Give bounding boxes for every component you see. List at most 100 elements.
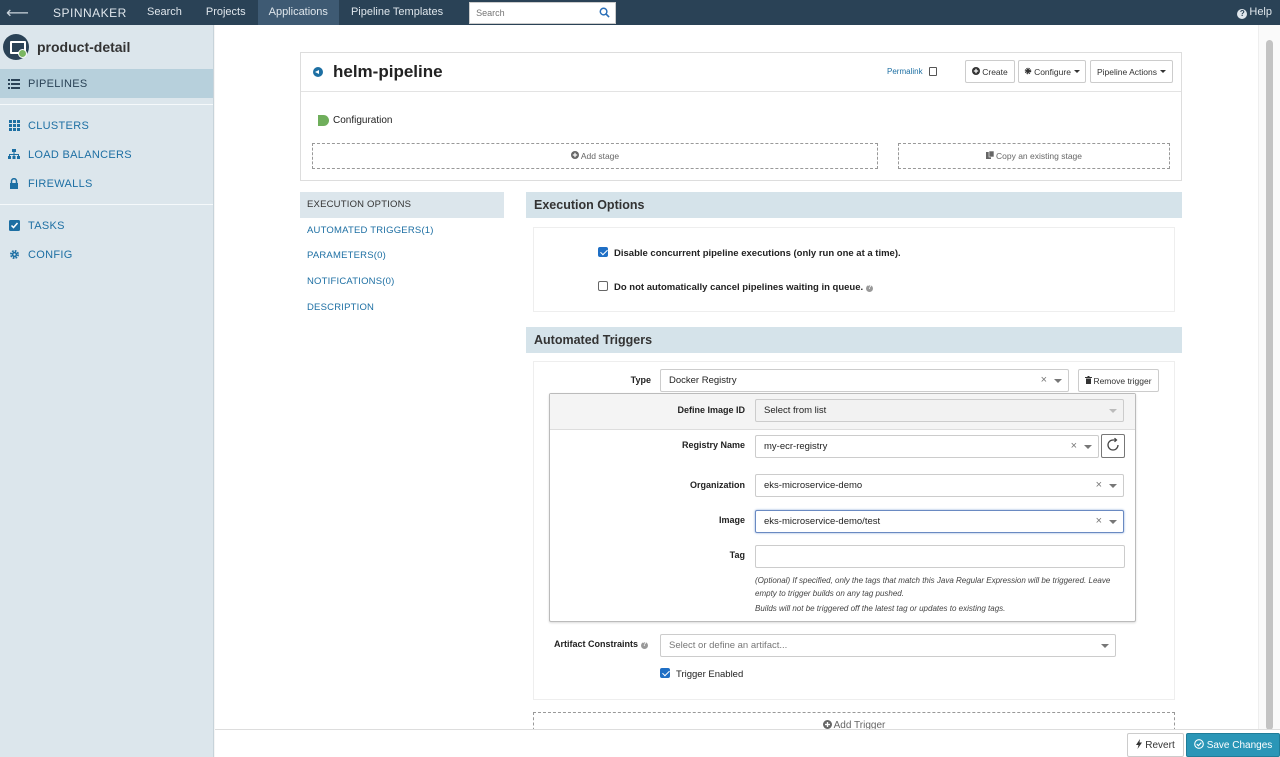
create-label: Create [982,66,1008,77]
define-image-select[interactable]: Select from list [755,399,1124,422]
copy-stage-label: Copy an existing stage [996,151,1082,161]
nav-applications[interactable]: Applications [257,0,339,25]
global-search-input[interactable] [470,7,594,18]
chevron-down-icon[interactable] [1109,520,1117,524]
check-square-icon [8,220,20,232]
lock-icon [8,178,20,190]
sidebar-item-load-balancers[interactable]: LOAD BALANCERS [0,140,213,169]
no-cancel-checkbox[interactable] [598,281,608,291]
nav-pipeline-templates[interactable]: Pipeline Templates [339,0,455,25]
tag-help-text: (Optional) If specified, only the tags t… [755,576,1111,598]
gear-icon [1024,67,1032,77]
help-icon: ? [1237,9,1248,19]
copy-icon [986,150,995,161]
tag-input[interactable] [755,545,1125,568]
tab-notifications[interactable]: NOTIFICATIONS(0) [300,269,504,295]
chevron-down-icon[interactable] [1101,644,1109,648]
scrollbar-thumb[interactable] [1266,40,1273,730]
sidebar-item-firewalls[interactable]: FIREWALLS [0,169,213,198]
tab-parameters[interactable]: PARAMETERS(0) [300,243,504,269]
artifact-constraints-label: Artifact Constraints? [535,639,653,649]
artifact-constraints-text: Artifact Constraints [554,639,639,649]
tab-execution-options[interactable]: EXECUTION OPTIONS [300,192,504,218]
nav-projects[interactable]: Projects [194,0,258,25]
sidebar: product-detail PIPELINES CLUSTERS LOAD B… [0,25,214,757]
clear-icon[interactable]: × [1071,436,1077,457]
disable-concurrent-label: Disable concurrent pipeline executions (… [614,248,901,259]
execution-options-heading: Execution Options [526,192,1182,218]
permalink-link[interactable]: Permalink [887,67,923,76]
configuration-flag-icon [318,115,329,126]
create-button[interactable]: Create [965,60,1015,83]
registry-name-select[interactable]: my-ecr-registry × [755,435,1099,458]
sidebar-item-clusters[interactable]: CLUSTERS [0,111,213,140]
sidebar-item-config[interactable]: CONFIG [0,240,213,269]
automated-triggers-heading: Automated Triggers [526,327,1182,353]
copy-icon[interactable] [929,67,937,76]
disable-concurrent-checkbox[interactable] [598,247,608,257]
pipeline-actions-button[interactable]: Pipeline Actions [1090,60,1173,83]
no-cancel-label: Do not automatically cancel pipelines wa… [614,282,864,293]
configure-button[interactable]: Configure [1018,60,1086,83]
organization-label: Organization [689,480,745,490]
trigger-type-select[interactable]: Docker Registry × [660,369,1069,392]
disable-concurrent-option[interactable]: Disable concurrent pipeline executions (… [598,247,901,259]
pipeline-title: helm-pipeline [333,62,443,81]
chevron-down-icon[interactable] [1054,379,1062,383]
clear-icon[interactable]: × [1096,475,1102,496]
menu-toggle-icon[interactable]: ⟵ [0,0,35,25]
tab-description[interactable]: DESCRIPTION [300,294,504,320]
registry-name-value: my-ecr-registry [764,441,828,452]
chevron-down-icon [1109,409,1117,413]
refresh-registry-button[interactable] [1101,434,1125,458]
gear-icon [8,249,20,261]
app-name: product-detail [37,39,131,55]
define-image-value: Select from list [764,405,827,416]
sidebar-item-pipelines[interactable]: PIPELINES [0,69,213,98]
plus-circle-icon [570,151,579,161]
artifact-constraints-select[interactable]: Select or define an artifact... [660,634,1116,657]
brand-logo[interactable]: SPINNAKER [35,6,135,20]
list-icon [8,78,20,90]
help-icon[interactable]: ? [641,642,649,649]
remove-trigger-button[interactable]: Remove trigger [1078,369,1159,392]
save-changes-button[interactable]: Save Changes [1186,733,1280,757]
trigger-enabled-checkbox[interactable] [660,668,670,678]
registry-name-label: Registry Name [681,440,745,450]
check-circle-icon [1193,738,1204,752]
add-stage-button[interactable]: Add stage [312,143,878,169]
scrollbar[interactable] [1258,25,1280,730]
help-icon[interactable]: ? [866,285,874,292]
sidebar-item-tasks[interactable]: TASKS [0,211,213,240]
image-select[interactable]: eks-microservice-demo/test × [755,510,1124,533]
nav-search[interactable]: Search [135,0,194,25]
organization-select[interactable]: eks-microservice-demo × [755,474,1124,497]
application-icon [3,34,29,60]
trigger-enabled-option[interactable]: Trigger Enabled [660,668,743,680]
chevron-down-icon[interactable] [1109,484,1117,488]
configuration-stage[interactable]: Configuration [318,115,392,126]
tab-automated-triggers[interactable]: AUTOMATED TRIGGERS(1) [300,218,504,244]
plus-circle-icon [972,66,981,77]
type-label: Type [630,375,651,385]
help-label: Help [1249,6,1272,18]
chevron-down-icon[interactable] [1084,445,1092,449]
tag-label: Tag [729,550,745,560]
image-label: Image [718,515,745,525]
clear-icon[interactable]: × [1096,511,1102,532]
divider [0,204,213,205]
clear-icon[interactable]: × [1041,370,1047,391]
revert-button[interactable]: Revert [1127,733,1184,757]
add-stage-label: Add stage [580,151,620,161]
define-image-label: Define Image ID [677,405,745,415]
caret-down-icon [1160,70,1166,73]
image-value: eks-microservice-demo/test [764,516,881,527]
search-icon[interactable] [593,3,615,23]
configuration-label: Configuration [333,115,393,126]
help-link[interactable]: ? Help [1237,0,1272,25]
global-search [469,1,617,24]
back-arrow-icon[interactable] [313,67,323,77]
top-nav: ⟵ SPINNAKER Search Projects Applications… [0,0,1280,25]
no-cancel-option[interactable]: Do not automatically cancel pipelines wa… [598,281,874,293]
copy-stage-button[interactable]: Copy an existing stage [898,143,1170,169]
